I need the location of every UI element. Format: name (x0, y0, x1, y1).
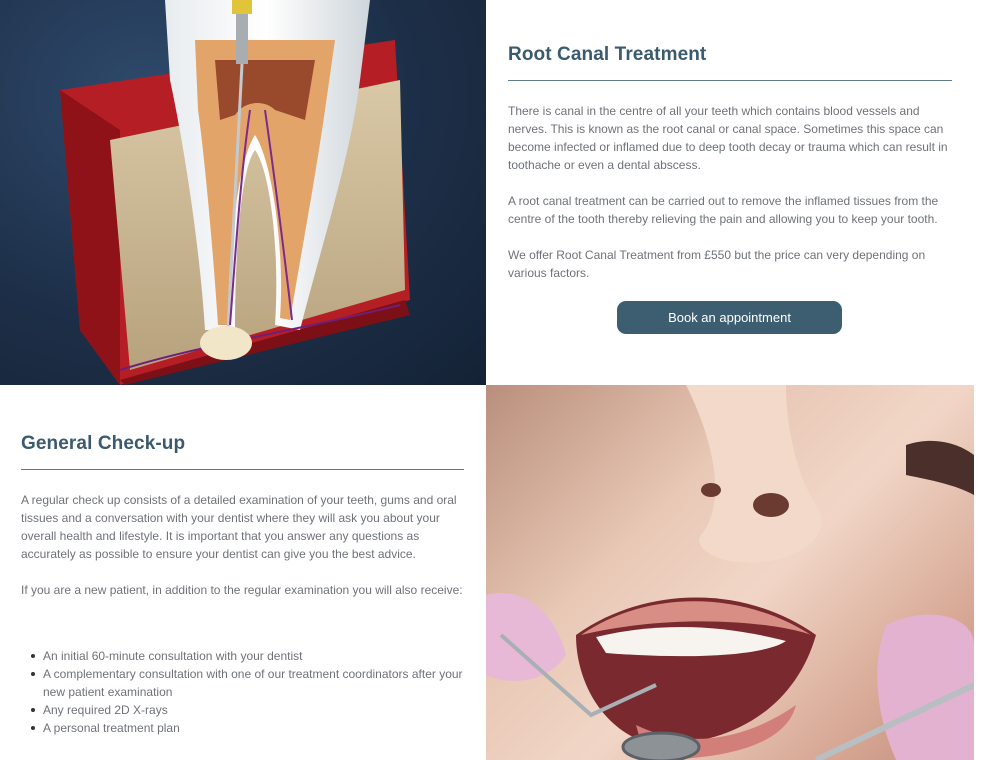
patient-mouth-photo-graphic (486, 385, 974, 760)
title-divider (21, 469, 464, 470)
tooth-cross-section-graphic (60, 0, 410, 385)
book-appointment-button[interactable]: Book an appointment (617, 301, 842, 334)
checkup-title: General Check-up (21, 433, 186, 454)
root-canal-section: Root Canal Treatment There is canal in t… (486, 0, 984, 385)
list-item: A personal treatment plan (21, 719, 464, 737)
new-patient-benefits-list: An initial 60-minute consultation with y… (21, 647, 464, 737)
dental-checkup-photo (486, 385, 974, 760)
general-checkup-section: General Check-up A regular check up cons… (0, 385, 486, 760)
list-item: A complementary consultation with one of… (21, 665, 464, 701)
list-item: An initial 60-minute consultation with y… (21, 647, 464, 665)
root-canal-title: Root Canal Treatment (508, 44, 707, 65)
root-canal-paragraph: A root canal treatment can be carried ou… (508, 194, 939, 226)
root-canal-paragraph: There is canal in the centre of all your… (508, 104, 948, 172)
list-item: Any required 2D X-rays (21, 701, 464, 719)
root-canal-illustration (0, 0, 486, 385)
title-divider (508, 80, 952, 81)
root-canal-price-paragraph: We offer Root Canal Treatment from £550 … (508, 248, 926, 280)
checkup-paragraph: A regular check up consists of a detaile… (21, 493, 457, 561)
checkup-paragraph: If you are a new patient, in addition to… (21, 583, 463, 597)
